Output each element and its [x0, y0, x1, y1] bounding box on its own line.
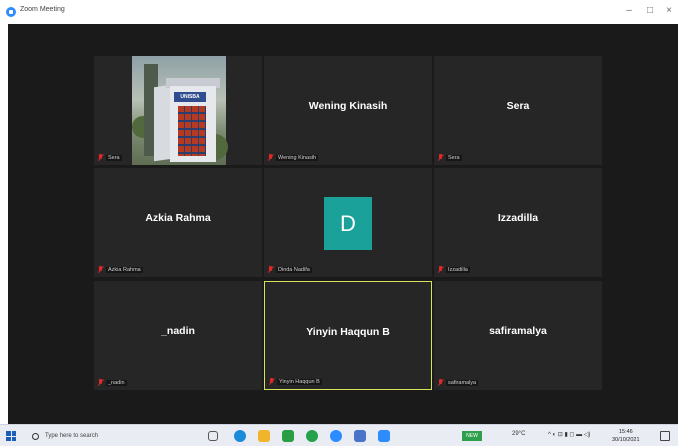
weather-text[interactable]: 29°C — [512, 431, 525, 437]
minimize-button[interactable]: – — [620, 3, 638, 19]
participant-name: Sera — [506, 100, 530, 112]
tile-footer: Dinda Nadifa — [268, 265, 312, 274]
participant-label: Wening Kinasih — [276, 154, 319, 161]
title-bar: Zoom Meeting – □ × — [0, 0, 678, 24]
avatar: D — [324, 197, 372, 250]
participant-label: Sera — [446, 154, 462, 161]
meeting-gallery: UNISBA Sera Wening Kinasih Wening Kinasi… — [8, 24, 678, 424]
participant-tile[interactable]: Wening Kinasih Wening Kinasih — [264, 56, 432, 165]
participant-tile[interactable]: safiramalya safiramalya — [434, 281, 602, 390]
active-speaker-tile[interactable]: Yinyin Haqqun B Yinyin Haqqun B — [264, 281, 432, 390]
close-button[interactable]: × — [660, 3, 678, 19]
tray-icons[interactable]: ^ ◐ ⊡ ▮ ◻ ▬ ◁) — [548, 431, 590, 438]
window-title: Zoom Meeting — [20, 6, 65, 13]
mic-muted-icon — [98, 154, 103, 161]
participant-tile[interactable]: Izzadilla Izzadilla — [434, 168, 602, 277]
tile-footer: _nadin — [98, 378, 127, 387]
mic-muted-icon — [438, 154, 443, 161]
windows-start-icon[interactable] — [6, 431, 16, 441]
whatsapp-icon[interactable] — [306, 430, 318, 442]
mic-muted-icon — [98, 266, 103, 273]
clock[interactable]: 15:46 30/10/2021 — [612, 428, 640, 444]
tile-footer: Wening Kinasih — [268, 153, 319, 162]
participant-label: safiramalya — [446, 379, 479, 386]
participant-label: _nadin — [106, 379, 127, 386]
mic-muted-icon — [268, 154, 273, 161]
mic-muted-icon — [98, 379, 103, 386]
news-badge[interactable]: NEW — [462, 431, 482, 441]
participant-label: Yinyin Haqqun B — [277, 378, 322, 385]
store-icon[interactable] — [282, 430, 294, 442]
participant-label: Azkia Rahma — [106, 266, 143, 273]
mic-muted-icon — [438, 266, 443, 273]
edge-icon[interactable] — [234, 430, 246, 442]
tile-footer: safiramalya — [438, 378, 479, 387]
mic-muted-icon — [438, 379, 443, 386]
tile-footer: Yinyin Haqqun B — [269, 377, 322, 386]
taskbar-search[interactable]: Type here to search — [26, 429, 176, 443]
file-explorer-icon[interactable] — [258, 430, 270, 442]
participant-tile[interactable]: _nadin _nadin — [94, 281, 262, 390]
chrome-icon[interactable] — [330, 430, 342, 442]
building-sign: UNISBA — [174, 92, 206, 102]
tile-footer: Sera — [438, 153, 462, 162]
search-placeholder: Type here to search — [45, 433, 99, 439]
participant-label: Dinda Nadifa — [276, 266, 312, 273]
participant-name: Azkia Rahma — [145, 212, 211, 224]
participant-label: Izzadilla — [446, 266, 470, 273]
search-icon — [32, 432, 39, 440]
notification-icon[interactable] — [660, 431, 670, 441]
photos-icon[interactable] — [354, 430, 366, 442]
zoom-icon — [6, 7, 16, 17]
clock-time: 15:46 — [618, 429, 633, 435]
mic-muted-icon — [269, 378, 274, 385]
zoom-taskbar-icon[interactable] — [378, 430, 390, 442]
participant-video-building: UNISBA — [132, 56, 228, 165]
participant-label: Sera — [106, 154, 122, 161]
taskbar: Type here to search NEW 29°C ^ ◐ ⊡ ▮ ◻ ▬… — [0, 424, 678, 446]
participant-tile[interactable]: Azkia Rahma Azkia Rahma — [94, 168, 262, 277]
participant-name: _nadin — [161, 325, 195, 337]
tile-footer: Izzadilla — [438, 265, 470, 274]
participant-name: Wening Kinasih — [308, 100, 388, 112]
participant-name: safiramalya — [489, 325, 547, 337]
tile-footer: Azkia Rahma — [98, 265, 143, 274]
task-view-icon[interactable] — [208, 431, 218, 441]
participant-tile[interactable]: UNISBA Sera — [94, 56, 262, 165]
maximize-button[interactable]: □ — [641, 3, 659, 19]
clock-date: 30/10/2021 — [612, 437, 640, 443]
participant-tile[interactable]: D Dinda Nadifa — [264, 168, 432, 277]
participant-name: Izzadilla — [497, 212, 539, 224]
participant-tile[interactable]: Sera Sera — [434, 56, 602, 165]
mic-muted-icon — [268, 266, 273, 273]
participant-name: Yinyin Haqqun B — [306, 326, 390, 338]
tile-footer: Sera — [98, 153, 122, 162]
